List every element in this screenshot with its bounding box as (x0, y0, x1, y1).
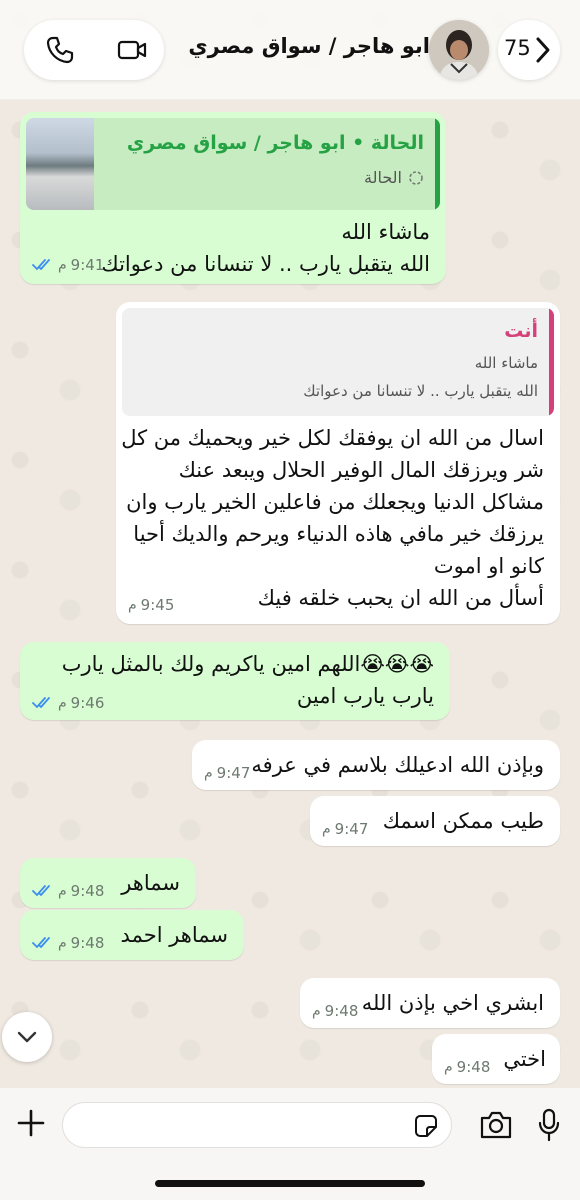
message-meta: م 9:47 (322, 820, 368, 838)
message-input[interactable] (62, 1102, 452, 1148)
chevron-left-icon (536, 37, 550, 63)
message-line: الله يتقبل يارب .. لا تنسانا من دعواتك (101, 252, 430, 276)
message-bubble-outgoing[interactable]: 😭😭😭اللهم امين ياكريم ولك بالمثل يارب يار… (20, 642, 450, 720)
status-icon (409, 170, 423, 185)
message-meta: م 9:48 (312, 1002, 358, 1020)
message-time: 9:48 (456, 1058, 491, 1076)
double-check-icon (32, 937, 50, 948)
message-meta: م 9:41 (32, 256, 104, 274)
chevron-down-icon (17, 1031, 37, 1043)
message-bubble-incoming[interactable]: ابشري اخي بإذن الله م 9:48 (300, 978, 560, 1028)
message-text: 😭😭😭اللهم امين ياكريم ولك بالمثل يارب يار… (62, 648, 434, 712)
message-time: 9:47 (216, 764, 251, 782)
message-bubble-outgoing[interactable]: سماهر احمد م 9:48 (20, 910, 244, 960)
scroll-to-bottom-button[interactable] (2, 1012, 52, 1062)
message-time: 9:48 (70, 934, 105, 952)
message-meta: م 9:47 (204, 764, 250, 782)
message-time: 9:46 (70, 694, 105, 712)
chat-header: ابو هاجر / سواق مصري 75 (0, 0, 580, 100)
message-line: 😭😭😭اللهم امين ياكريم ولك بالمثل يارب (61, 652, 434, 676)
message-line: ماشاء الله (341, 220, 430, 244)
message-line: كانو او اموت (433, 554, 544, 578)
status-quote[interactable]: الحالة • ابو هاجر / سواق مصري الحالة (26, 118, 440, 210)
unread-count: 75 (504, 36, 531, 60)
camera-icon[interactable] (479, 1110, 513, 1140)
contact-name[interactable]: ابو هاجر / سواق مصري (188, 34, 430, 58)
home-indicator (155, 1180, 425, 1187)
status-thumbnail (26, 118, 94, 210)
plus-icon[interactable] (16, 1108, 46, 1138)
message-time: 9:48 (70, 882, 105, 900)
quote-line: ماشاء الله (474, 354, 538, 372)
message-text: ابشري اخي بإذن الله (361, 991, 544, 1015)
message-bubble-outgoing[interactable]: الحالة • ابو هاجر / سواق مصري الحالة ماش… (20, 112, 446, 284)
quote-accent-bar (549, 308, 554, 416)
message-ampm: م (58, 935, 67, 951)
message-text: ماشاء الله الله يتقبل يارب .. لا تنسانا … (101, 216, 430, 280)
microphone-icon[interactable] (537, 1108, 561, 1142)
message-meta: م 9:48 (32, 934, 104, 952)
message-bubble-incoming[interactable]: أنت ماشاء الله الله يتقبل يارب .. لا تنس… (116, 302, 560, 624)
message-text: وبإذن الله ادعيلك بلاسم في عرفه (251, 753, 544, 777)
message-ampm: م (312, 1003, 321, 1019)
message-time: 9:41 (70, 256, 105, 274)
message-line: يرزقك خير مافي هاذه الدنياء ويرحم والديك… (133, 522, 544, 546)
message-ampm: م (58, 257, 67, 273)
message-text: طيب ممكن اسمك (382, 809, 544, 833)
message-time: 9:48 (324, 1002, 359, 1020)
back-button[interactable]: 75 (498, 20, 560, 80)
message-line: اسال من الله ان يوفقك لكل خير ويحميك من … (121, 426, 544, 450)
message-meta: م 9:48 (444, 1058, 490, 1076)
message-text: اسال من الله ان يوفقك لكل خير ويحميك من … (121, 422, 544, 614)
message-meta: م 9:48 (32, 882, 104, 900)
message-line: شر ويرزقك المال الوفير الحلال ويبعد عنك (178, 458, 544, 482)
quote-accent-bar (435, 118, 440, 210)
quote-subtitle: الحالة (364, 168, 402, 187)
avatar-image (429, 20, 489, 80)
double-check-icon (32, 885, 50, 896)
reply-quote[interactable]: أنت ماشاء الله الله يتقبل يارب .. لا تنس… (122, 308, 554, 416)
message-text: سماهر (121, 871, 180, 895)
message-line: مشاكل الدنيا ويجعلك من فاعلين الخير يارب… (126, 490, 544, 514)
double-check-icon (32, 697, 50, 708)
message-ampm: م (58, 695, 67, 711)
avatar[interactable] (429, 20, 489, 80)
double-check-icon (32, 259, 50, 270)
message-ampm: م (444, 1059, 453, 1075)
message-bubble-outgoing[interactable]: سماهر م 9:48 (20, 858, 196, 908)
quote-line: الله يتقبل يارب .. لا تنسانا من دعواتك (303, 382, 538, 400)
message-meta: م 9:46 (32, 694, 104, 712)
sticker-icon[interactable] (414, 1114, 438, 1138)
quote-subtitle-row: الحالة (364, 168, 424, 187)
message-ampm: م (322, 821, 331, 837)
message-bubble-incoming[interactable]: اختي م 9:48 (432, 1034, 560, 1084)
message-bubble-incoming[interactable]: طيب ممكن اسمك م 9:47 (310, 796, 560, 846)
message-line: أسأل من الله ان يحبب خلقه فيك (257, 586, 544, 610)
message-ampm: م (204, 765, 213, 781)
message-bubble-incoming[interactable]: وبإذن الله ادعيلك بلاسم في عرفه م 9:47 (192, 740, 560, 790)
message-line: يارب يارب امين (296, 684, 434, 708)
message-time: 9:45 (140, 596, 175, 614)
message-time: 9:47 (334, 820, 369, 838)
call-actions (24, 20, 164, 80)
video-icon[interactable] (116, 34, 148, 66)
message-text: اختي (503, 1047, 546, 1071)
phone-icon[interactable] (44, 34, 76, 66)
message-text: سماهر احمد (120, 923, 228, 947)
message-ampm: م (58, 883, 67, 899)
message-ampm: م (128, 597, 137, 613)
quote-author: أنت (504, 320, 538, 342)
message-meta: م 9:45 (128, 596, 174, 614)
quote-title: الحالة • ابو هاجر / سواق مصري (126, 132, 424, 154)
